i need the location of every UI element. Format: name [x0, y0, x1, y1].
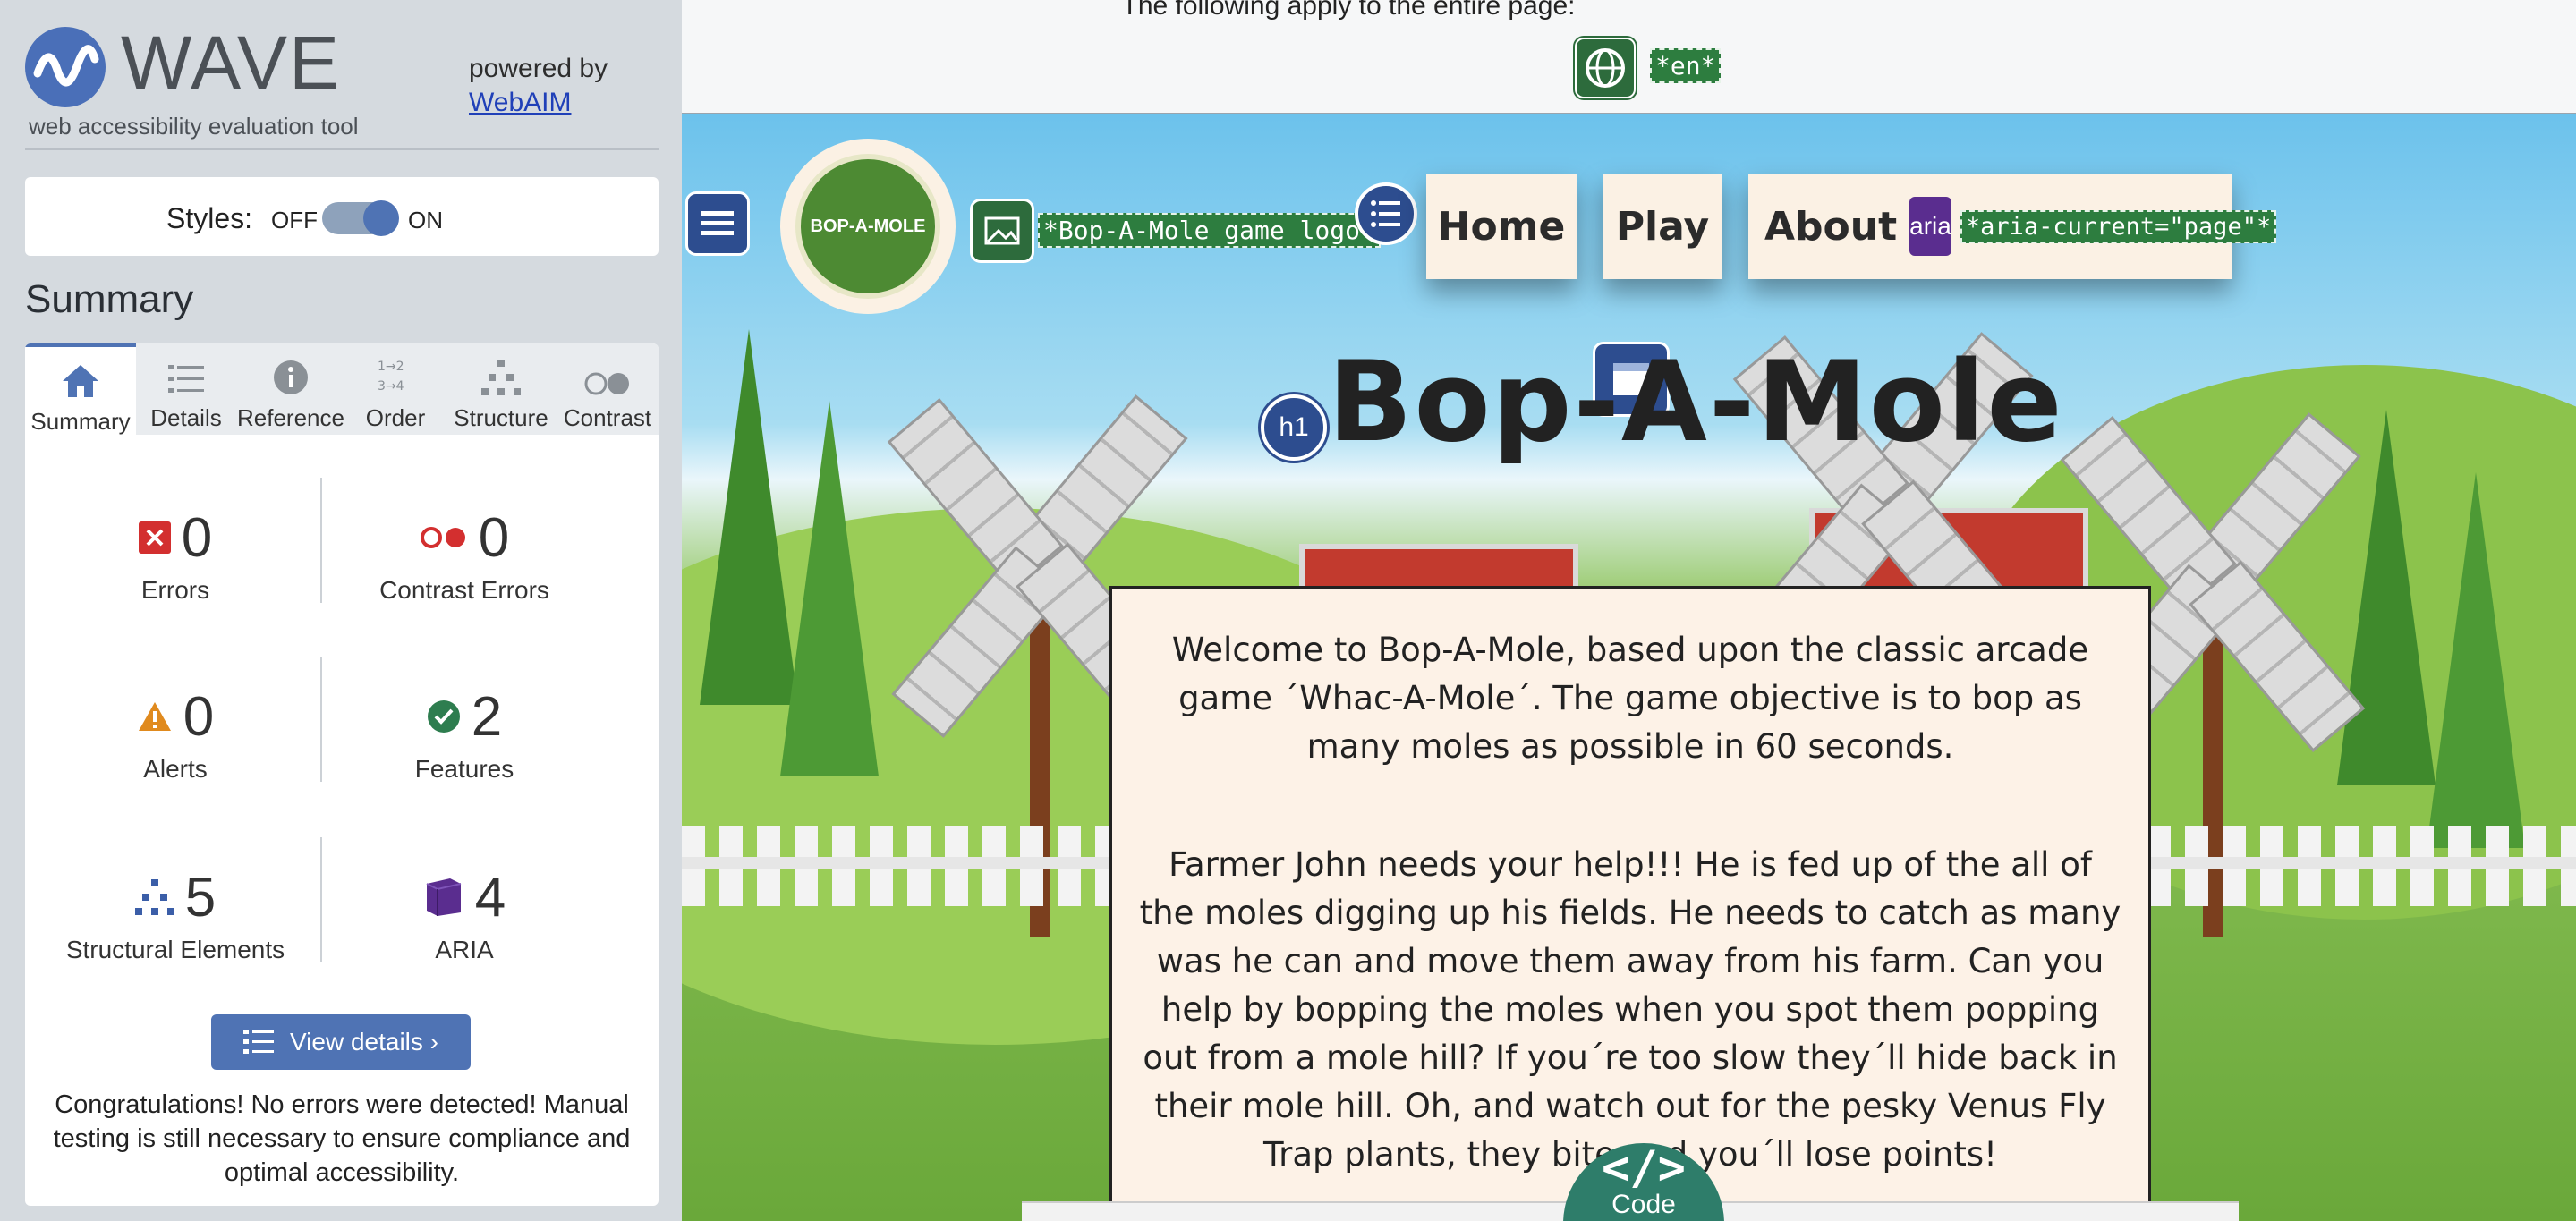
stat-label: Alerts: [143, 755, 208, 783]
stat-count: 0: [181, 506, 213, 569]
nav-about-button[interactable]: About aria *aria-current="page"*: [1748, 174, 2277, 279]
page-preview: The following apply to the entire page: …: [682, 0, 2576, 1221]
code-toggle-button[interactable]: </> Code: [1563, 1143, 1724, 1221]
stat-count: 2: [471, 685, 503, 748]
order-icon: 1→23→4: [378, 360, 404, 394]
tree: [2427, 472, 2525, 848]
aria-current-tag: *aria-current="page"*: [1960, 209, 2277, 243]
tab-contrast[interactable]: Contrast: [557, 343, 659, 435]
stat-count: 4: [474, 866, 506, 928]
view-details-label: View details ›: [289, 1028, 438, 1056]
code-icon: </>: [1602, 1141, 1686, 1195]
toggle-knob[interactable]: [363, 200, 399, 236]
styles-toggle[interactable]: [322, 200, 399, 236]
intro-content-box: Welcome to Bop-A-Mole, based upon the cl…: [1109, 586, 2151, 1221]
nav-home-button[interactable]: Home: [1426, 174, 1577, 279]
globe-icon[interactable]: [1575, 38, 1636, 98]
story-paragraph: Farmer John needs your help!!! He is fed…: [1139, 845, 2121, 1174]
tab-label: Reference: [237, 404, 344, 431]
stat-label: Structural Elements: [65, 936, 285, 963]
powered-by-text: powered by: [469, 54, 608, 83]
alert-icon: [138, 702, 171, 731]
tab-bar: Summary Details Reference 1→2 3→4 Order S…: [25, 343, 659, 438]
info-icon: [274, 360, 308, 394]
home-icon: [63, 365, 98, 397]
stat-label: Features: [414, 755, 514, 783]
wave-title: WAVE: [121, 21, 342, 105]
nav-play-button[interactable]: Play: [1603, 174, 1722, 279]
tab-summary[interactable]: Summary: [25, 343, 136, 438]
nav-about-label: About: [1764, 203, 1898, 250]
view-details-button[interactable]: View details ›: [211, 1014, 471, 1070]
svg-text:1→2: 1→2: [378, 360, 404, 374]
stat-label: Errors: [140, 576, 210, 604]
wave-subtitle: web accessibility evaluation tool: [29, 113, 359, 140]
tab-label: Details: [150, 404, 222, 431]
contrast-error-icon: [420, 527, 465, 548]
stat-label: ARIA: [435, 936, 494, 963]
page-heading: Bop-A-Mole: [1328, 338, 2064, 467]
list-icon[interactable]: [1355, 182, 1417, 245]
stat-count: 0: [478, 506, 510, 569]
game-logo[interactable]: BOP-A-MOLE: [780, 139, 956, 314]
code-label: Code: [1611, 1190, 1676, 1219]
list-icon: [168, 365, 204, 393]
structure-icon: [481, 360, 521, 395]
stat-contrast-errors[interactable]: 0 Contrast Errors: [330, 506, 599, 605]
stat-structural-elements[interactable]: 5 Structural Elements: [41, 866, 310, 964]
lang-tag: *en*: [1650, 48, 1722, 83]
tree: [780, 401, 879, 776]
page-level-notice: The following apply to the entire page:: [1121, 0, 1576, 21]
tab-reference[interactable]: Reference: [236, 343, 345, 435]
contrast-icon: [584, 372, 629, 395]
toggle-on-label: ON: [408, 207, 443, 233]
h1-icon[interactable]: h1: [1261, 394, 1327, 461]
webaim-link[interactable]: WebAIM: [469, 86, 608, 120]
congrats-message: Congratulations! No errors were detected…: [53, 1090, 631, 1187]
tab-label: Contrast: [563, 404, 652, 431]
divider: [25, 148, 659, 150]
error-icon: [138, 521, 171, 554]
stat-alerts[interactable]: 0 Alerts: [41, 685, 310, 784]
toggle-off-label: OFF: [271, 207, 318, 233]
page-level-bar: The following apply to the entire page: …: [682, 0, 2576, 114]
powered-by: powered by WebAIM: [469, 52, 608, 120]
nav-landmark-icon[interactable]: [685, 191, 750, 256]
aria-icon[interactable]: aria: [1909, 197, 1951, 256]
feature-icon: [427, 700, 460, 733]
list-icon: [242, 1030, 274, 1054]
styles-toggle-box: Styles: OFF ON: [25, 177, 659, 256]
stat-divider: [320, 657, 322, 782]
stat-aria[interactable]: 4 ARIA: [330, 866, 599, 964]
tab-order[interactable]: 1→2 3→4 Order: [345, 343, 446, 435]
wave-logo-icon: [25, 27, 106, 107]
summary-panel: Summary Details Reference 1→2 3→4 Order S…: [25, 343, 659, 1206]
styles-label: Styles:: [166, 202, 253, 234]
aria-icon: [426, 878, 461, 916]
logo-text: BOP-A-MOLE: [795, 154, 940, 299]
linked-image-icon[interactable]: [970, 199, 1034, 263]
intro-paragraph: Welcome to Bop-A-Mole, based upon the cl…: [1171, 631, 2089, 766]
tab-label: Order: [365, 404, 426, 431]
stat-divider: [320, 837, 322, 962]
tab-label: Summary: [30, 408, 131, 435]
stat-count: 0: [183, 685, 215, 748]
wave-sidebar: WAVE web accessibility evaluation tool p…: [0, 0, 682, 1221]
structure-icon: [134, 879, 174, 915]
stat-features[interactable]: 2 Features: [330, 685, 599, 784]
tab-details[interactable]: Details: [136, 343, 236, 435]
svg-text:3→4: 3→4: [378, 379, 404, 394]
logo-alt-tag: *Bop-A-Mole game logo*: [1038, 213, 1381, 248]
stat-divider: [320, 478, 322, 603]
tab-label: Structure: [454, 404, 548, 431]
stat-errors[interactable]: 0 Errors: [41, 506, 310, 605]
stat-count: 5: [184, 866, 217, 928]
summary-heading: Summary: [25, 277, 194, 321]
tab-structure[interactable]: Structure: [446, 343, 557, 435]
stat-label: Contrast Errors: [379, 576, 549, 604]
